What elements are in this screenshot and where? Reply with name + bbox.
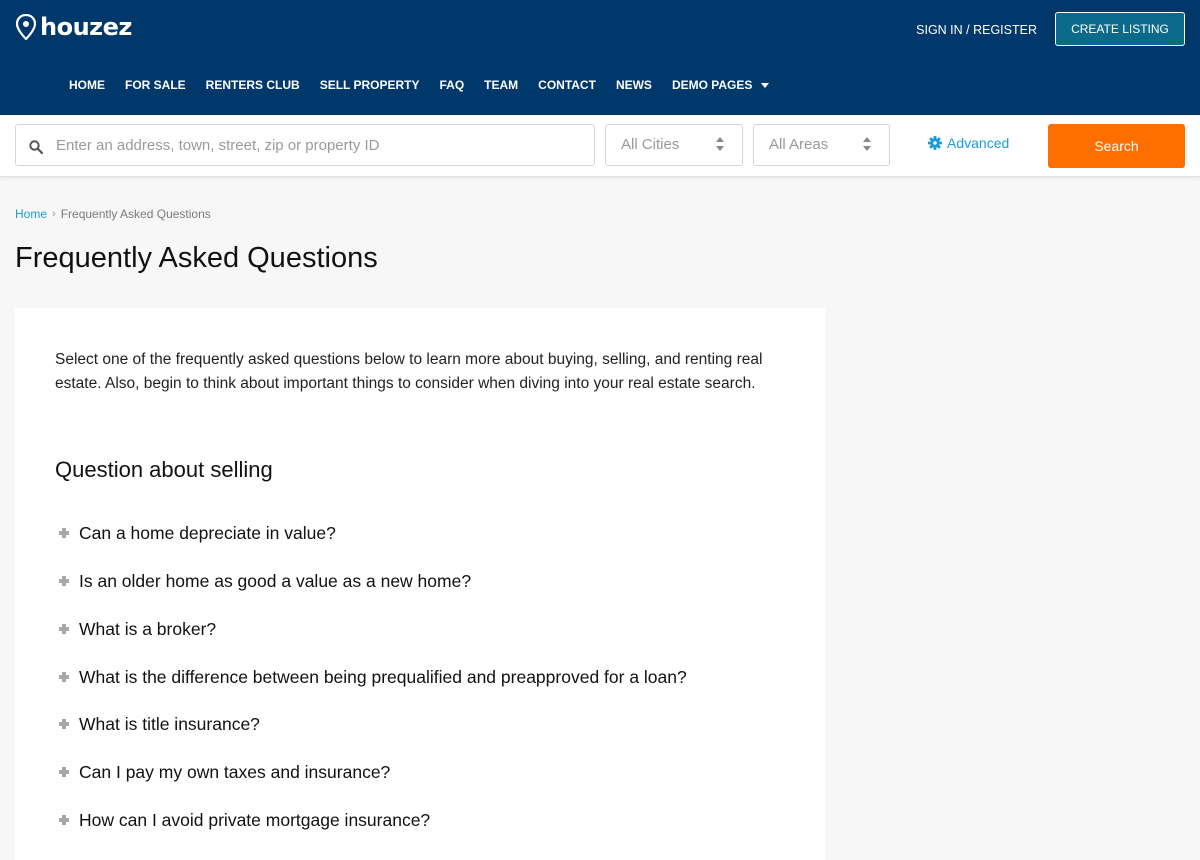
cities-select[interactable]: All Cities: [605, 124, 743, 166]
intro-text: Select one of the frequently asked quest…: [55, 351, 763, 392]
sign-in-register-link[interactable]: SIGN IN / REGISTER: [916, 23, 1037, 37]
nav-item-sell-property[interactable]: SELL PROPERTY: [310, 78, 430, 92]
faq-item[interactable]: What is title insurance?: [59, 713, 260, 735]
nav-label: DEMO PAGES: [671, 78, 753, 92]
chevron-right-icon: ›: [52, 208, 56, 220]
nav-label: TEAM: [484, 78, 519, 92]
nav-item-team[interactable]: TEAM: [474, 78, 528, 92]
page-title: Frequently Asked Questions: [15, 242, 378, 274]
faq-item[interactable]: How can I avoid private mortgage insuran…: [59, 809, 430, 831]
advanced-label: Advanced: [947, 135, 1010, 151]
sort-updown-icon: [863, 137, 871, 151]
advanced-search-toggle[interactable]: Advanced: [928, 135, 1009, 151]
faq-content-card: Select one of the frequently asked quest…: [15, 308, 825, 860]
plus-icon: [59, 719, 69, 729]
breadcrumb-current: Frequently Asked Questions: [60, 207, 211, 221]
faq-question: Can I pay my own taxes and insurance?: [79, 762, 391, 782]
plus-icon: [59, 624, 69, 634]
cities-select-value: All Cities: [621, 136, 680, 153]
search-input[interactable]: [56, 125, 586, 165]
areas-select[interactable]: All Areas: [753, 124, 890, 166]
nav-item-faq[interactable]: FAQ: [429, 78, 474, 92]
caret-down-icon: [761, 82, 770, 88]
search-icon: [29, 140, 43, 154]
faq-item[interactable]: What is the difference between being pre…: [59, 666, 687, 688]
nav-label: HOME: [69, 78, 105, 92]
breadcrumb: Home › Frequently Asked Questions: [15, 207, 211, 221]
faq-item[interactable]: What is a broker?: [59, 618, 216, 640]
faq-question: How can I avoid private mortgage insuran…: [79, 810, 431, 830]
faq-item[interactable]: Can I pay my own taxes and insurance?: [59, 761, 390, 783]
breadcrumb-home-link[interactable]: Home: [15, 207, 47, 221]
faq-question: Can a home depreciate in value?: [79, 523, 336, 543]
property-search-bar: All Cities All Areas Advanced Search: [0, 115, 1200, 177]
nav-label: FAQ: [439, 78, 465, 92]
faq-question: What is the difference between being pre…: [79, 667, 687, 687]
nav-label: SELL PROPERTY: [319, 78, 420, 92]
nav-label: CONTACT: [538, 78, 596, 92]
site-logo[interactable]: houzez: [16, 14, 132, 40]
nav-item-for-sale[interactable]: FOR SALE: [115, 78, 196, 92]
gear-icon: [928, 136, 942, 150]
nav-item-news[interactable]: NEWS: [606, 78, 662, 92]
map-pin-icon: [16, 14, 36, 40]
faq-question: Is an older home as good a value as a ne…: [79, 571, 472, 591]
nav-item-home[interactable]: HOME: [59, 78, 115, 92]
plus-icon: [59, 576, 69, 586]
nav-item-contact[interactable]: CONTACT: [528, 78, 606, 92]
main-nav: HOME FOR SALE RENTERS CLUB SELL PROPERTY…: [59, 78, 779, 92]
site-header: houzez SIGN IN / REGISTER CREATE LISTING…: [0, 0, 1200, 115]
faq-item[interactable]: Can a home depreciate in value?: [59, 522, 336, 544]
plus-icon: [59, 815, 69, 825]
areas-select-value: All Areas: [769, 136, 829, 153]
faq-item[interactable]: Is an older home as good a value as a ne…: [59, 570, 471, 592]
create-listing-button[interactable]: CREATE LISTING: [1055, 12, 1185, 46]
search-button[interactable]: Search: [1048, 124, 1185, 168]
nav-label: FOR SALE: [125, 78, 186, 92]
plus-icon: [59, 528, 69, 538]
logo-text: houzez: [40, 13, 132, 41]
section-heading: Question about selling: [55, 457, 273, 482]
plus-icon: [59, 767, 69, 777]
plus-icon: [59, 672, 69, 682]
nav-item-demo-pages[interactable]: DEMO PAGES: [662, 78, 779, 92]
search-field: [15, 124, 595, 166]
nav-item-renters-club[interactable]: RENTERS CLUB: [196, 78, 310, 92]
faq-question: What is title insurance?: [79, 714, 260, 734]
sort-updown-icon: [716, 137, 724, 151]
nav-label: RENTERS CLUB: [205, 78, 300, 92]
faq-question: What is a broker?: [79, 619, 217, 639]
nav-label: NEWS: [615, 78, 652, 92]
